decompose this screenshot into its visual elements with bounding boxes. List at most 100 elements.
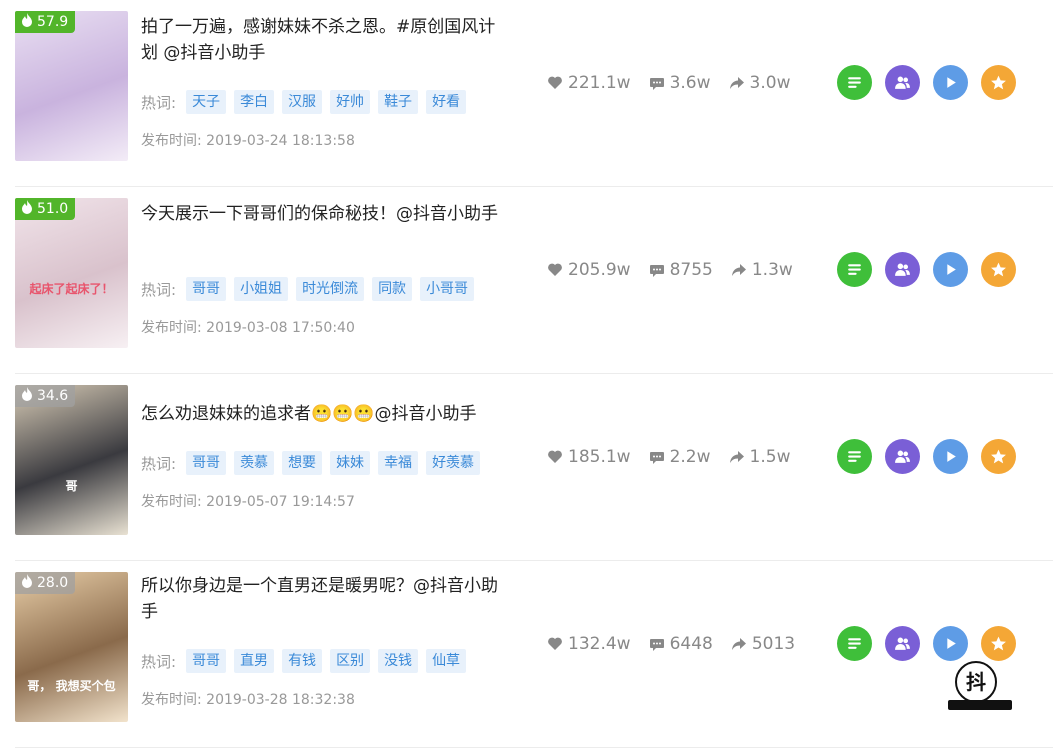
hot-word-tag[interactable]: 鞋子	[378, 90, 419, 114]
hot-words: 热词: 天子 李白 汉服 好帅 鞋子 好看	[141, 90, 467, 114]
hot-word-tag[interactable]: 好羡慕	[426, 451, 481, 475]
users-icon	[894, 448, 911, 465]
hot-word-tag[interactable]: 时光倒流	[296, 277, 365, 301]
hot-word-tag[interactable]: 好看	[426, 90, 467, 114]
favorite-button[interactable]	[981, 252, 1016, 287]
hot-word-tag[interactable]: 幸福	[378, 451, 419, 475]
play-icon	[942, 635, 959, 652]
favorite-button[interactable]	[981, 65, 1016, 100]
detail-button[interactable]	[837, 65, 872, 100]
hot-word-tag[interactable]: 小姐姐	[234, 277, 289, 301]
video-thumbnail[interactable]: 51.0 起床了起床了！	[15, 198, 128, 348]
hot-word-tag[interactable]: 仙草	[426, 649, 467, 673]
favorite-button[interactable]	[981, 626, 1016, 661]
heat-value: 51.0	[37, 201, 69, 217]
hot-word-tag[interactable]: 直男	[234, 649, 275, 673]
play-button[interactable]	[933, 65, 968, 100]
publish-time: 发布时间: 2019-05-07 19:14:57	[141, 494, 355, 510]
like-count-stat: 185.1w	[547, 447, 631, 467]
list-icon	[846, 448, 863, 465]
hot-word-tag[interactable]: 想要	[282, 451, 323, 475]
like-count: 205.9w	[568, 260, 631, 280]
audience-button[interactable]	[885, 626, 920, 661]
users-icon	[894, 261, 911, 278]
hot-words: 热词: 哥哥 羡慕 想要 妹妹 幸福 好羡慕	[141, 451, 481, 475]
heat-value: 57.9	[37, 14, 69, 30]
hot-word-tag[interactable]: 羡慕	[234, 451, 275, 475]
video-stats: 205.9w 8755 1.3w	[547, 260, 811, 280]
hot-word-tag[interactable]: 天子	[186, 90, 227, 114]
hot-word-tag[interactable]: 有钱	[282, 649, 323, 673]
hot-word-tag[interactable]: 小哥哥	[420, 277, 475, 301]
like-count: 132.4w	[568, 634, 631, 654]
audience-button[interactable]	[885, 439, 920, 474]
play-button[interactable]	[933, 252, 968, 287]
publish-time: 发布时间: 2019-03-08 17:50:40	[141, 320, 355, 336]
comment-count: 6448	[669, 634, 713, 654]
flame-icon	[21, 200, 33, 218]
hot-word-tag[interactable]: 没钱	[378, 649, 419, 673]
share-arrow-icon	[729, 75, 745, 91]
thumbnail-caption: 起床了起床了！	[29, 282, 114, 296]
play-button[interactable]	[933, 439, 968, 474]
hot-word-tag[interactable]: 好帅	[330, 90, 371, 114]
audience-button[interactable]	[885, 252, 920, 287]
flame-icon	[21, 13, 33, 31]
hot-word-tag[interactable]: 李白	[234, 90, 275, 114]
hot-word-tag[interactable]: 区别	[330, 649, 371, 673]
star-icon	[990, 74, 1007, 91]
detail-button[interactable]	[837, 439, 872, 474]
video-title[interactable]: 今天展示一下哥哥们的保命秘技！@抖音小助手	[141, 201, 511, 227]
star-icon	[990, 261, 1007, 278]
flame-icon	[21, 387, 33, 405]
video-row: 34.6 哥 怎么劝退妹妹的追求者😬😬😬@抖音小助手 热词: 哥哥 羡慕 想要 妹妹 幸福 好羡慕…	[15, 374, 1053, 561]
star-icon	[990, 448, 1007, 465]
video-title[interactable]: 所以你身边是一个直男还是暖男呢？@抖音小助手	[141, 573, 511, 625]
list-icon	[846, 74, 863, 91]
hot-word-tag[interactable]: 汉服	[282, 90, 323, 114]
heat-badge: 28.0	[15, 572, 76, 594]
play-button[interactable]	[933, 626, 968, 661]
video-stats: 132.4w 6448 5013	[547, 634, 813, 654]
hot-words-label: 热词:	[141, 652, 177, 671]
watermark-text: 抖	[966, 670, 986, 694]
video-row: 51.0 起床了起床了！ 今天展示一下哥哥们的保命秘技！@抖音小助手 热词: 哥哥 小姐姐…	[15, 187, 1053, 374]
hot-word-tag[interactable]: 哥哥	[186, 277, 227, 301]
comment-icon	[649, 636, 665, 652]
row-actions	[837, 439, 1016, 474]
heart-icon	[547, 449, 563, 465]
row-actions	[837, 626, 1016, 661]
share-count-stat: 1.3w	[731, 260, 793, 280]
detail-button[interactable]	[837, 626, 872, 661]
hot-word-tag[interactable]: 哥哥	[186, 451, 227, 475]
hot-word-tag[interactable]: 哥哥	[186, 649, 227, 673]
like-count-stat: 132.4w	[547, 634, 631, 654]
heart-icon	[547, 636, 563, 652]
hot-word-tag[interactable]: 妹妹	[330, 451, 371, 475]
favorite-button[interactable]	[981, 439, 1016, 474]
hot-words-label: 热词:	[141, 93, 177, 112]
video-title[interactable]: 拍了一万遍，感谢妹妹不杀之恩。#原创国风计划 @抖音小助手	[141, 14, 511, 66]
publish-time: 发布时间: 2019-03-28 18:32:38	[141, 692, 355, 708]
detail-button[interactable]	[837, 252, 872, 287]
thumbnail-image	[15, 11, 128, 161]
share-count-stat: 5013	[731, 634, 795, 654]
thumbnail-image	[15, 385, 128, 535]
comment-count: 8755	[669, 260, 713, 280]
share-arrow-icon	[729, 449, 745, 465]
publish-time: 发布时间: 2019-03-24 18:13:58	[141, 133, 355, 149]
video-thumbnail[interactable]: 34.6 哥	[15, 385, 128, 535]
heat-badge: 57.9	[15, 11, 76, 33]
comment-count-stat: 3.6w	[649, 73, 711, 93]
comment-count-stat: 6448	[649, 634, 713, 654]
thumbnail-image	[15, 198, 128, 348]
hot-word-tag[interactable]: 同款	[372, 277, 413, 301]
video-title[interactable]: 怎么劝退妹妹的追求者😬😬😬@抖音小助手	[141, 401, 511, 427]
comment-count-stat: 8755	[649, 260, 713, 280]
audience-button[interactable]	[885, 65, 920, 100]
heart-icon	[547, 262, 563, 278]
share-count: 1.5w	[749, 447, 791, 467]
video-thumbnail[interactable]: 28.0 哥， 我想买个包	[15, 572, 128, 722]
video-thumbnail[interactable]: 57.9	[15, 11, 128, 161]
video-row: 57.9 拍了一万遍，感谢妹妹不杀之恩。#原创国风计划 @抖音小助手热词: 天子 李白…	[15, 0, 1053, 187]
